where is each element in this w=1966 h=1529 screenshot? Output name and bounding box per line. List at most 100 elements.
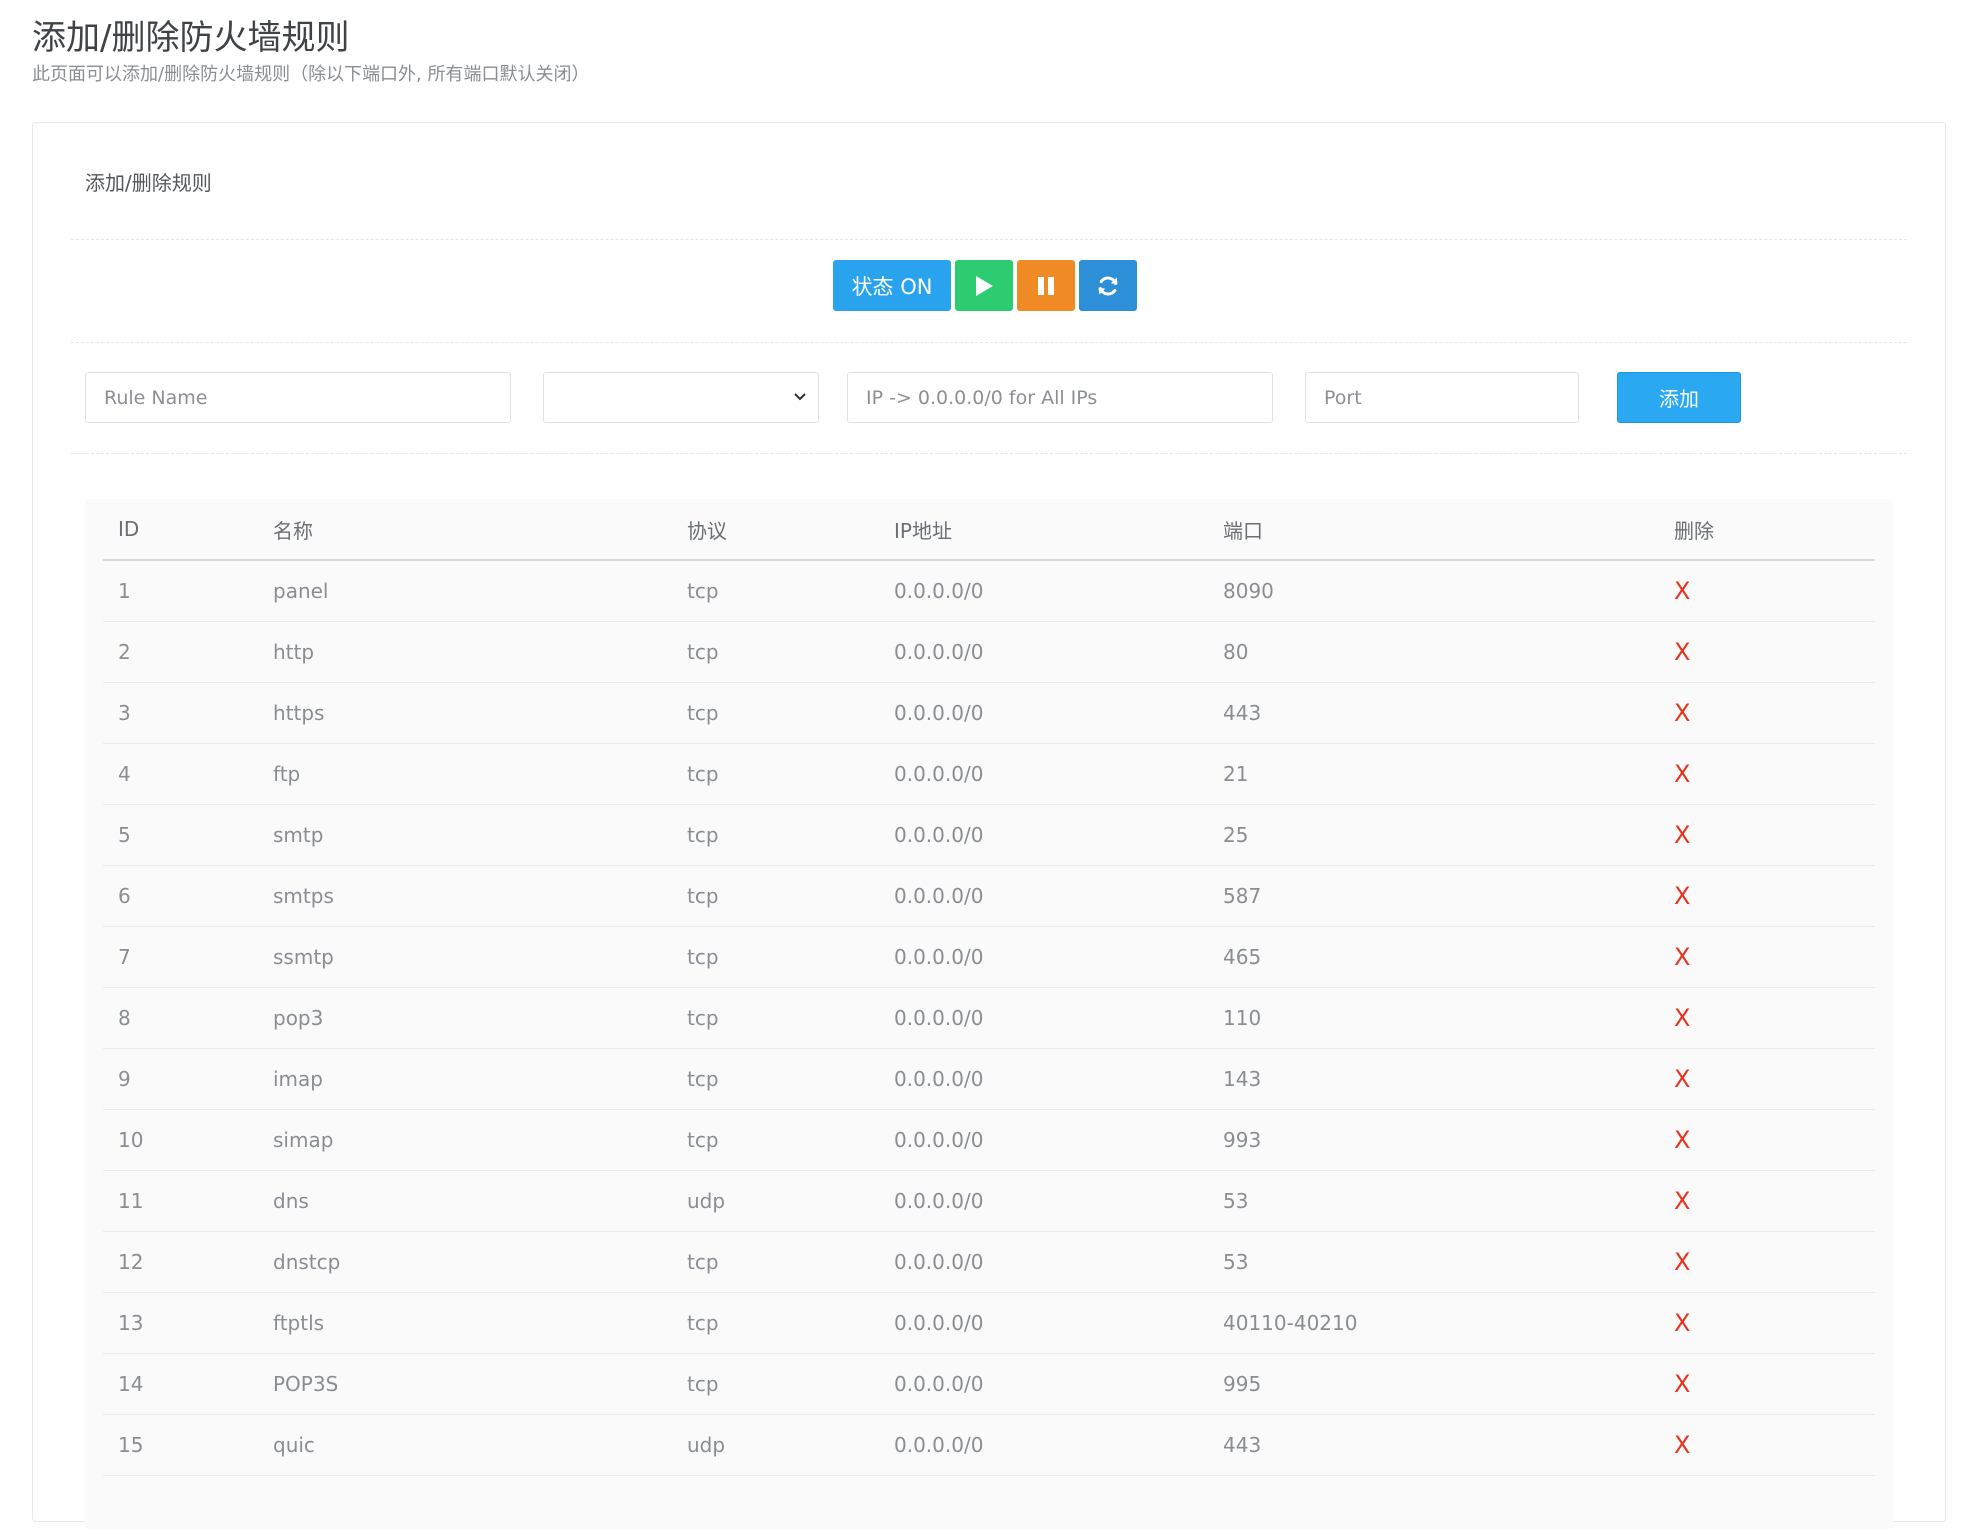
delete-rule-button[interactable]: X xyxy=(1674,1004,1690,1032)
protocol-select[interactable] xyxy=(543,372,819,423)
rule-name-input[interactable] xyxy=(85,372,511,423)
cell-protocol: tcp xyxy=(672,743,879,805)
cell-id: 15 xyxy=(103,1414,258,1476)
cell-id: 12 xyxy=(103,1231,258,1293)
cell-port: 443 xyxy=(1208,682,1659,744)
cell-ip: 0.0.0.0/0 xyxy=(879,1231,1208,1293)
cell-port: 80 xyxy=(1208,621,1659,683)
cell-delete: X xyxy=(1659,804,1875,866)
pause-button[interactable] xyxy=(1017,260,1075,311)
column-header-protocol: 协议 xyxy=(672,499,879,561)
delete-rule-button[interactable]: X xyxy=(1674,638,1690,666)
cell-name: dnstcp xyxy=(258,1231,672,1293)
cell-name: pop3 xyxy=(258,987,672,1049)
cell-name: smtp xyxy=(258,804,672,866)
delete-rule-button[interactable]: X xyxy=(1674,882,1690,910)
table-row: 8 pop3 tcp 0.0.0.0/0 110 X xyxy=(103,987,1875,1049)
cell-ip: 0.0.0.0/0 xyxy=(879,1292,1208,1354)
table-row: 14 POP3S tcp 0.0.0.0/0 995 X xyxy=(103,1353,1875,1415)
page-header: 添加/删除防火墙规则 此页面可以添加/删除防火墙规则（除以下端口外, 所有端口默… xyxy=(32,14,590,86)
cell-name: POP3S xyxy=(258,1353,672,1415)
refresh-button[interactable] xyxy=(1079,260,1137,311)
delete-rule-button[interactable]: X xyxy=(1674,1187,1690,1215)
cell-protocol: tcp xyxy=(672,621,879,683)
cell-delete: X xyxy=(1659,1231,1875,1293)
status-toggle-button[interactable]: 状态 ON xyxy=(833,260,951,311)
table-row: 3 https tcp 0.0.0.0/0 443 X xyxy=(103,682,1875,744)
cell-id: 8 xyxy=(103,987,258,1049)
cell-port: 993 xyxy=(1208,1109,1659,1171)
cell-port: 143 xyxy=(1208,1048,1659,1110)
table-row: 7 ssmtp tcp 0.0.0.0/0 465 X xyxy=(103,926,1875,988)
cell-name: ssmtp xyxy=(258,926,672,988)
cell-ip: 0.0.0.0/0 xyxy=(879,560,1208,622)
delete-rule-button[interactable]: X xyxy=(1674,699,1690,727)
rules-panel: 添加/删除规则 状态 ON Rule Name IP -> 0.0.0.0/0 … xyxy=(32,122,1946,1529)
cell-ip: 0.0.0.0/0 xyxy=(879,1109,1208,1171)
cell-id: 11 xyxy=(103,1170,258,1232)
cell-id: 9 xyxy=(103,1048,258,1110)
port-input[interactable] xyxy=(1305,372,1579,423)
cell-name: dns xyxy=(258,1170,672,1232)
start-button[interactable] xyxy=(955,260,1013,311)
cell-protocol: tcp xyxy=(672,926,879,988)
table-row: 2 http tcp 0.0.0.0/0 80 X xyxy=(103,621,1875,683)
add-rule-button[interactable]: 添加 xyxy=(1617,372,1741,423)
cell-ip: 0.0.0.0/0 xyxy=(879,987,1208,1049)
cell-delete: X xyxy=(1659,560,1875,622)
cell-protocol: udp xyxy=(672,1170,879,1232)
cell-name: ftptls xyxy=(258,1292,672,1354)
cell-protocol: tcp xyxy=(672,560,879,622)
cell-delete: X xyxy=(1659,743,1875,805)
cell-delete: X xyxy=(1659,865,1875,927)
cell-delete: X xyxy=(1659,1109,1875,1171)
cell-protocol: tcp xyxy=(672,1353,879,1415)
cell-port: 110 xyxy=(1208,987,1659,1049)
cell-port: 443 xyxy=(1208,1414,1659,1476)
cell-delete: X xyxy=(1659,1414,1875,1476)
status-label: 状态 ON xyxy=(851,274,933,299)
column-header-id: ID xyxy=(103,499,258,561)
delete-rule-button[interactable]: X xyxy=(1674,943,1690,971)
table-row: 1 panel tcp 0.0.0.0/0 8090 X xyxy=(103,560,1875,622)
cell-port: 8090 xyxy=(1208,560,1659,622)
divider xyxy=(71,239,1907,240)
cell-port: 995 xyxy=(1208,1353,1659,1415)
delete-rule-button[interactable]: X xyxy=(1674,1126,1690,1154)
cell-ip: 0.0.0.0/0 xyxy=(879,1048,1208,1110)
table-row: 5 smtp tcp 0.0.0.0/0 25 X xyxy=(103,804,1875,866)
delete-rule-button[interactable]: X xyxy=(1674,760,1690,788)
delete-rule-button[interactable]: X xyxy=(1674,1309,1690,1337)
table-row: 4 ftp tcp 0.0.0.0/0 21 X xyxy=(103,743,1875,805)
cell-port: 53 xyxy=(1208,1231,1659,1293)
cell-name: http xyxy=(258,621,672,683)
cell-delete: X xyxy=(1659,621,1875,683)
cell-id: 13 xyxy=(103,1292,258,1354)
cell-port: 25 xyxy=(1208,804,1659,866)
divider xyxy=(71,453,1907,454)
cell-id: 10 xyxy=(103,1109,258,1171)
column-header-ip: IP地址 xyxy=(879,499,1208,561)
cell-id: 14 xyxy=(103,1353,258,1415)
cell-port: 21 xyxy=(1208,743,1659,805)
divider xyxy=(71,342,1907,343)
delete-rule-button[interactable]: X xyxy=(1674,577,1690,605)
delete-rule-button[interactable]: X xyxy=(1674,821,1690,849)
cell-protocol: tcp xyxy=(672,804,879,866)
delete-rule-button[interactable]: X xyxy=(1674,1431,1690,1459)
cell-ip: 0.0.0.0/0 xyxy=(879,804,1208,866)
cell-id: 6 xyxy=(103,865,258,927)
cell-id: 2 xyxy=(103,621,258,683)
cell-id: 7 xyxy=(103,926,258,988)
column-header-port: 端口 xyxy=(1208,499,1659,561)
table-row: 12 dnstcp tcp 0.0.0.0/0 53 X xyxy=(103,1231,1875,1293)
cell-port: 40110-40210 xyxy=(1208,1292,1659,1354)
delete-rule-button[interactable]: X xyxy=(1674,1248,1690,1276)
delete-rule-button[interactable]: X xyxy=(1674,1065,1690,1093)
delete-rule-button[interactable]: X xyxy=(1674,1370,1690,1398)
panel-title: 添加/删除规则 xyxy=(85,171,212,195)
firewall-control-group: 状态 ON xyxy=(833,260,1137,311)
ip-address-input[interactable] xyxy=(847,372,1273,423)
cell-port: 587 xyxy=(1208,865,1659,927)
cell-ip: 0.0.0.0/0 xyxy=(879,1170,1208,1232)
